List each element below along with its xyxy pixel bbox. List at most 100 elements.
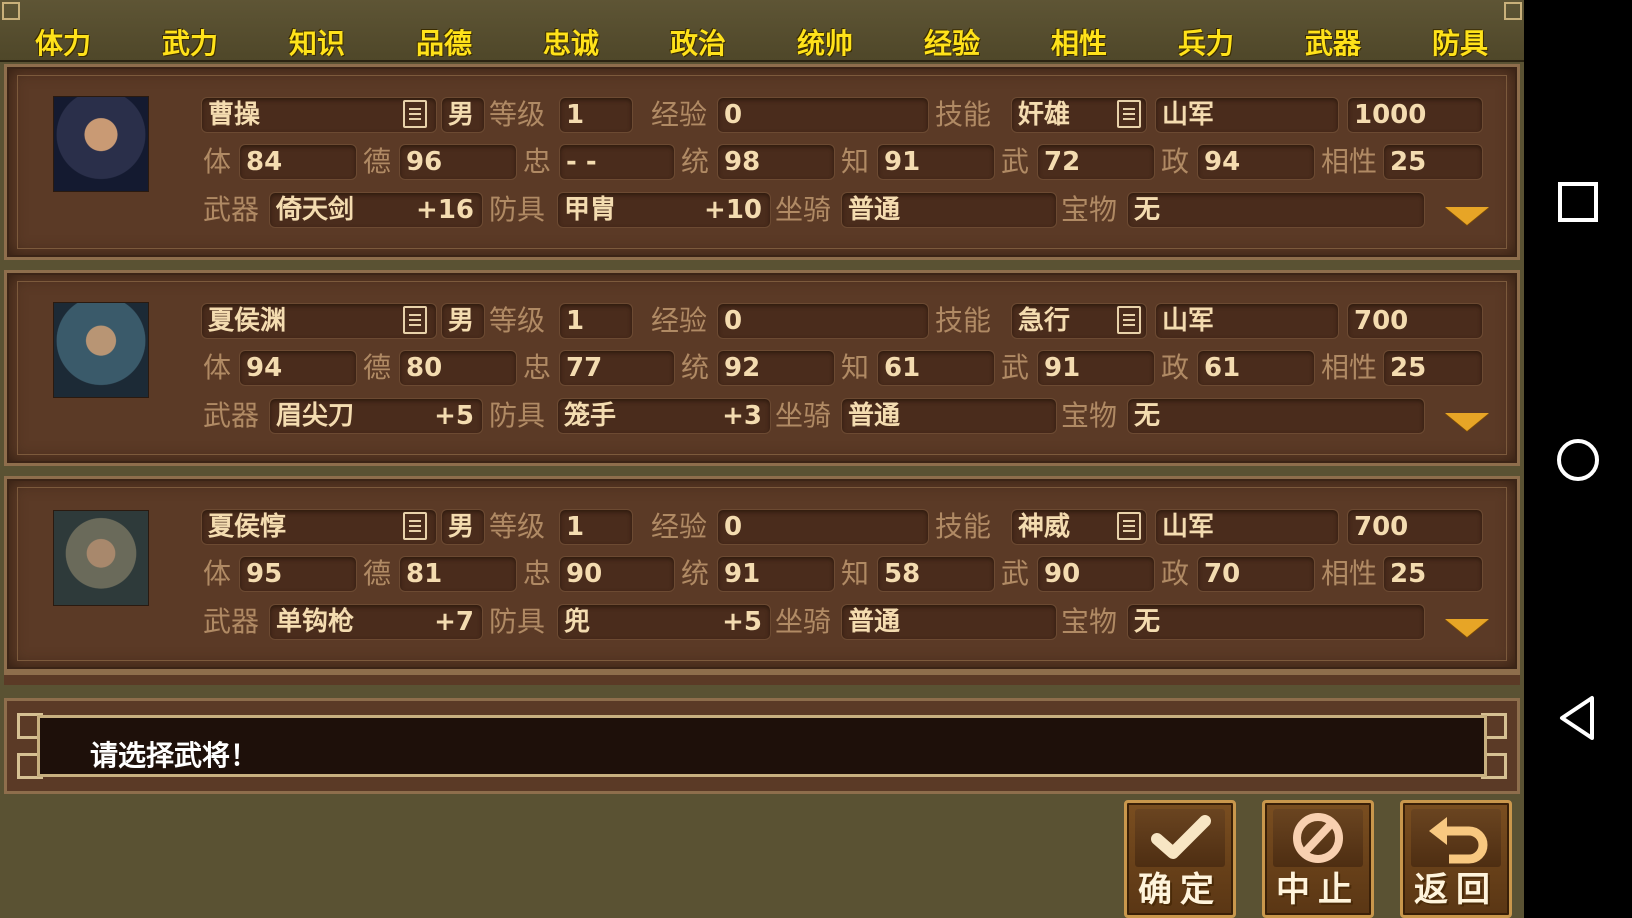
header-col-force[interactable]: 武力 xyxy=(130,22,250,62)
force-label: 武 xyxy=(1001,351,1030,384)
troops-field: 700 xyxy=(1347,509,1483,545)
list-icon[interactable] xyxy=(1117,512,1141,540)
virtue-value: 96 xyxy=(399,144,517,180)
knowledge-value: 58 xyxy=(877,556,995,592)
weapon-field: 眉尖刀 +5 xyxy=(269,398,483,434)
mount-field: 普通 xyxy=(841,192,1057,228)
triangle-down-icon[interactable] xyxy=(1445,619,1489,637)
treasure-field: 无 xyxy=(1127,398,1425,434)
treasure-label: 宝物 xyxy=(1061,193,1118,226)
politics-label: 政 xyxy=(1161,145,1190,178)
virtue-label: 德 xyxy=(363,557,392,590)
triangle-left-icon[interactable] xyxy=(1556,694,1600,742)
armor-field: 兜 +5 xyxy=(557,604,771,640)
affinity-value: 25 xyxy=(1383,350,1483,386)
name-field: 夏侯渊 xyxy=(201,303,437,339)
gender-field: 男 xyxy=(441,303,485,339)
stop-button[interactable]: 中止 xyxy=(1262,800,1374,918)
leadership-value: 91 xyxy=(717,556,835,592)
troop-type-field: 山军 xyxy=(1155,303,1339,339)
leadership-label: 统 xyxy=(681,351,710,384)
name-field: 曹操 xyxy=(201,97,437,133)
knowledge-label: 知 xyxy=(841,145,870,178)
affinity-value: 25 xyxy=(1383,144,1483,180)
header-col-knowledge[interactable]: 知识 xyxy=(257,22,377,62)
level-label: 等级 xyxy=(489,98,546,131)
force-value: 90 xyxy=(1037,556,1155,592)
knowledge-value: 91 xyxy=(877,144,995,180)
checkmark-icon xyxy=(1135,809,1225,867)
leadership-label: 统 xyxy=(681,557,710,590)
level-value: 1 xyxy=(559,303,633,339)
header-col-stamina[interactable]: 体力 xyxy=(3,22,123,62)
weapon-label: 武器 xyxy=(203,193,260,226)
header-col-virtue[interactable]: 品德 xyxy=(384,22,504,62)
prohibited-icon xyxy=(1273,809,1363,867)
stamina-value: 84 xyxy=(239,144,357,180)
knowledge-value: 61 xyxy=(877,350,995,386)
square-icon[interactable] xyxy=(1556,180,1600,224)
circle-icon[interactable] xyxy=(1554,436,1602,484)
loyalty-value: 77 xyxy=(559,350,675,386)
exp-label: 经验 xyxy=(651,304,708,337)
return-arrow-icon xyxy=(1411,809,1501,867)
armor-label: 防具 xyxy=(489,399,546,432)
armor-field: 笼手 +3 xyxy=(557,398,771,434)
general-card[interactable]: 夏侯惇 男 等级 1 经验 0 技能 神威 山军 700 体 95 德 81 忠… xyxy=(4,476,1520,672)
virtue-value: 80 xyxy=(399,350,517,386)
header-col-leadership[interactable]: 统帅 xyxy=(765,22,885,62)
next-card-edge xyxy=(4,672,1520,685)
header-col-affinity[interactable]: 相性 xyxy=(1019,22,1139,62)
mount-label: 坐骑 xyxy=(775,605,832,638)
politics-value: 94 xyxy=(1197,144,1315,180)
message-panel: 请选择武将！ xyxy=(37,715,1487,777)
game-screen: 体力 武力 知识 品德 忠诚 政治 统帅 经验 相性 兵力 武器 防具 曹操 男… xyxy=(0,0,1524,918)
message-text: 请选择武将！ xyxy=(90,739,259,772)
force-label: 武 xyxy=(1001,557,1030,590)
corner-ornament xyxy=(1504,2,1522,20)
portrait-avatar xyxy=(53,302,149,398)
skill-label: 技能 xyxy=(935,304,992,337)
politics-value: 61 xyxy=(1197,350,1315,386)
header-col-weapon[interactable]: 武器 xyxy=(1273,22,1393,62)
confirm-button[interactable]: 确定 xyxy=(1124,800,1236,918)
header-col-armor[interactable]: 防具 xyxy=(1400,22,1520,62)
stamina-label: 体 xyxy=(203,557,232,590)
troop-type-field: 山军 xyxy=(1155,509,1339,545)
general-card[interactable]: 曹操 男 等级 1 经验 0 技能 奸雄 山军 1000 体 84 德 96 忠… xyxy=(4,64,1520,260)
leadership-value: 92 xyxy=(717,350,835,386)
loyalty-value: 90 xyxy=(559,556,675,592)
skill-label: 技能 xyxy=(935,98,992,131)
politics-value: 70 xyxy=(1197,556,1315,592)
skill-label: 技能 xyxy=(935,510,992,543)
level-value: 1 xyxy=(559,509,633,545)
header-col-politics[interactable]: 政治 xyxy=(638,22,758,62)
list-icon[interactable] xyxy=(403,306,427,334)
force-label: 武 xyxy=(1001,145,1030,178)
gender-field: 男 xyxy=(441,97,485,133)
android-nav-bar xyxy=(1524,0,1632,918)
list-icon[interactable] xyxy=(1117,306,1141,334)
list-icon[interactable] xyxy=(403,100,427,128)
leadership-label: 统 xyxy=(681,145,710,178)
triangle-down-icon[interactable] xyxy=(1445,413,1489,431)
header-col-troops[interactable]: 兵力 xyxy=(1146,22,1266,62)
level-value: 1 xyxy=(559,97,633,133)
mount-label: 坐骑 xyxy=(775,193,832,226)
force-value: 72 xyxy=(1037,144,1155,180)
header-col-loyalty[interactable]: 忠诚 xyxy=(511,22,631,62)
list-icon[interactable] xyxy=(1117,100,1141,128)
exp-label: 经验 xyxy=(651,510,708,543)
triangle-down-icon[interactable] xyxy=(1445,207,1489,225)
loyalty-label: 忠 xyxy=(523,145,552,178)
general-card[interactable]: 夏侯渊 男 等级 1 经验 0 技能 急行 山军 700 体 94 德 80 忠… xyxy=(4,270,1520,466)
stamina-value: 94 xyxy=(239,350,357,386)
header-col-experience[interactable]: 经验 xyxy=(892,22,1012,62)
corner-ornament xyxy=(2,2,20,20)
list-icon[interactable] xyxy=(403,512,427,540)
politics-label: 政 xyxy=(1161,351,1190,384)
portrait-avatar xyxy=(53,510,149,606)
back-button[interactable]: 返回 xyxy=(1400,800,1512,918)
gender-field: 男 xyxy=(441,509,485,545)
mount-field: 普通 xyxy=(841,604,1057,640)
